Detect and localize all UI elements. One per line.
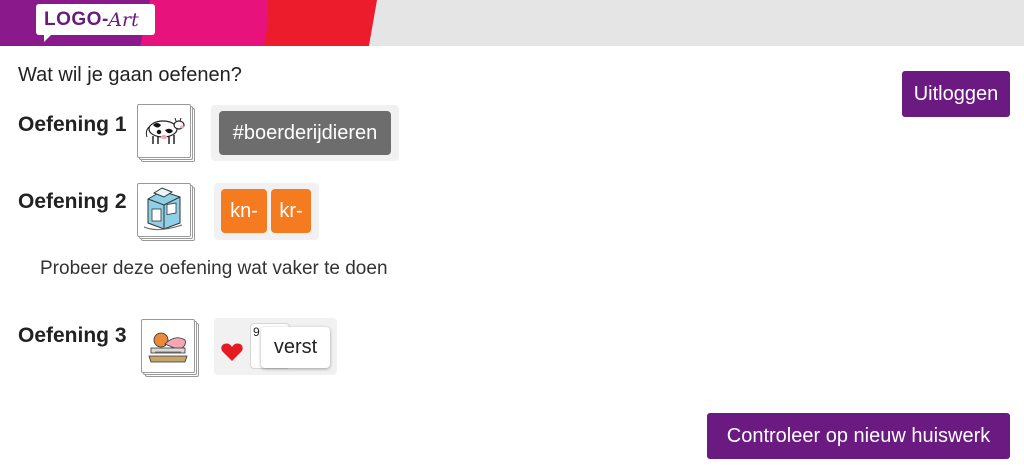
header-banner: LOGO - Art — [0, 0, 1024, 46]
person-lying-icon — [148, 332, 188, 363]
logo-main-text: LOGO — [44, 8, 102, 30]
tag-boerderijdieren[interactable]: #boerderijdieren — [219, 111, 391, 155]
exercise-1-tags: #boerderijdieren — [211, 105, 399, 161]
card-count: 9 — [253, 325, 260, 339]
exercise-2-thumbnail[interactable] — [137, 183, 195, 241]
logo-art-text: Art — [108, 8, 139, 31]
check-new-homework-button[interactable]: Controleer op nieuw huiswerk — [707, 413, 1010, 459]
cow-icon — [145, 117, 185, 144]
word-card-verst[interactable]: verst — [261, 327, 330, 368]
heart-icon — [221, 343, 243, 361]
tag-kn[interactable]: kn- — [221, 189, 267, 233]
exercise-2-label: Oefening 2 — [18, 190, 127, 213]
tag-kr[interactable]: kr- — [271, 189, 311, 233]
exercise-2-tags: kn- kr- — [214, 183, 319, 240]
exercise-1-label: Oefening 1 — [18, 113, 127, 136]
exercise-3-label: Oefening 3 — [18, 324, 127, 347]
page-question: Wat wil je gaan oefenen? — [18, 64, 242, 86]
logo-speech-tail — [44, 34, 52, 42]
logo[interactable]: LOGO - Art — [36, 4, 155, 42]
milk-carton-icon — [143, 187, 183, 231]
exercise-3-tags: 9 verst — [214, 318, 337, 375]
banner-red-band — [263, 0, 377, 46]
logout-button[interactable]: Uitloggen — [902, 71, 1010, 117]
exercise-1-thumbnail[interactable] — [137, 104, 195, 162]
exercise-3-thumbnail[interactable] — [141, 319, 199, 377]
exercise-2-advice: Probeer deze oefening wat vaker te doen — [40, 258, 388, 279]
